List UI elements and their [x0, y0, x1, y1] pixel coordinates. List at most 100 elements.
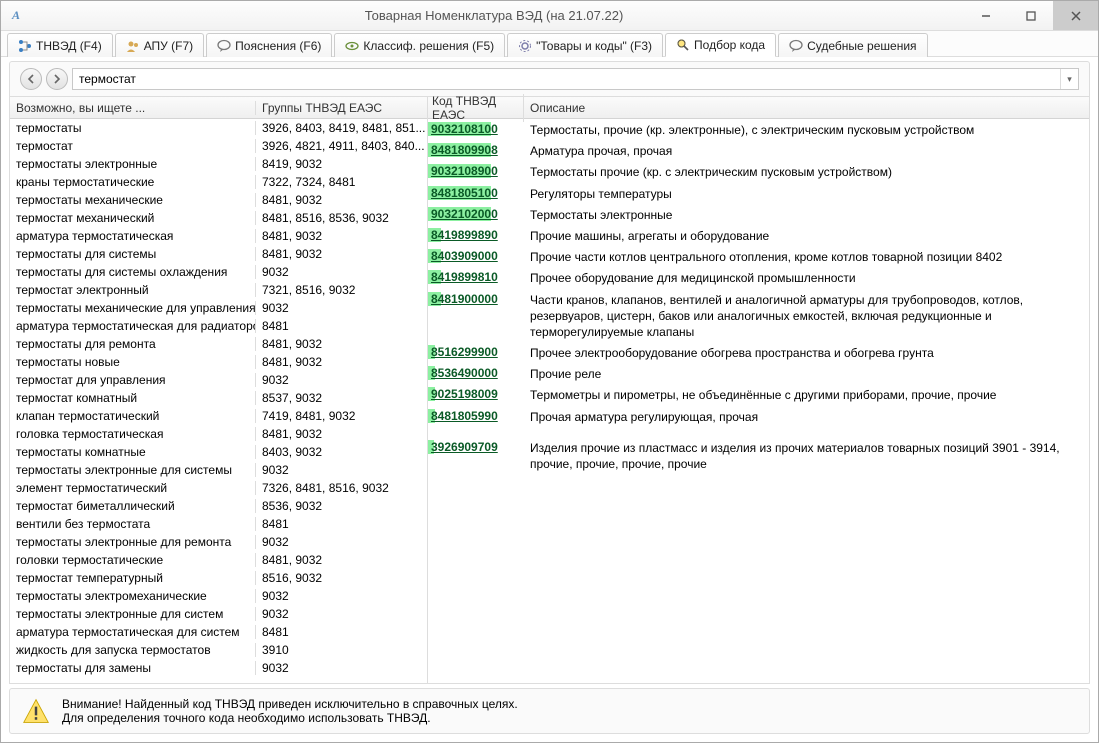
suggestion-term: головка термостатическая — [10, 427, 256, 441]
result-code-cell: 8481900000 — [428, 290, 524, 343]
suggestion-row[interactable]: термостаты электромеханические9032 — [10, 587, 427, 605]
tab-1[interactable]: АПУ (F7) — [115, 33, 204, 57]
suggestion-row[interactable]: термостат электронный7321, 8516, 9032 — [10, 281, 427, 299]
code-link[interactable]: 8481900000 — [428, 291, 501, 307]
results-header-code[interactable]: Код ТНВЭД ЕАЭС — [428, 94, 524, 122]
suggestion-row[interactable]: термостаты комнатные8403, 9032 — [10, 443, 427, 461]
code-link[interactable]: 9032102000 — [428, 206, 501, 222]
suggestion-row[interactable]: термостаты механические для управления90… — [10, 299, 427, 317]
suggestion-row[interactable]: клапан термостатический7419, 8481, 9032 — [10, 407, 427, 425]
code-link[interactable]: 8481809908 — [428, 142, 501, 158]
result-row[interactable]: 8419899890Прочие машины, агрегаты и обор… — [428, 225, 1089, 246]
result-row[interactable]: 8516299900 Прочее электрооборудование обо… — [428, 342, 1089, 363]
result-row[interactable]: 9025198009Термометры и пирометры, не объ… — [428, 384, 1089, 405]
suggestion-row[interactable]: арматура термостатическая8481, 9032 — [10, 227, 427, 245]
footer-line2: Для определения точного кода необходимо … — [62, 711, 518, 725]
suggestion-row[interactable]: вентили без термостата8481 — [10, 515, 427, 533]
tab-label: Подбор кода — [694, 38, 765, 52]
suggestion-row[interactable]: термостат комнатный8537, 9032 — [10, 389, 427, 407]
suggestion-groups: 9032 — [256, 661, 427, 675]
suggestion-term: головки термостатические — [10, 553, 256, 567]
tab-3[interactable]: Классиф. решения (F5) — [334, 33, 505, 57]
suggestion-term: арматура термостатическая — [10, 229, 256, 243]
app-icon: A — [7, 7, 25, 25]
results-body[interactable]: 9032108100Термостаты, прочие (кр. электр… — [428, 119, 1089, 683]
suggestion-row[interactable]: термостат температурный8516, 9032 — [10, 569, 427, 587]
suggestion-row[interactable]: термостаты механические8481, 9032 — [10, 191, 427, 209]
suggestion-row[interactable]: термостат биметаллический8536, 9032 — [10, 497, 427, 515]
result-row[interactable]: 8481805990Прочая арматура регулирующая, … — [428, 406, 1089, 427]
suggestion-row[interactable]: термостат3926, 4821, 4911, 8403, 840... — [10, 137, 427, 155]
suggestion-term: арматура термостатическая для радиаторов — [10, 319, 256, 333]
result-row[interactable]: 8419899810Прочее оборудование для медици… — [428, 267, 1089, 288]
suggestion-row[interactable]: термостаты3926, 8403, 8419, 8481, 851... — [10, 119, 427, 137]
suggestion-row[interactable]: термостат механический8481, 8516, 8536, … — [10, 209, 427, 227]
suggestions-header-groups[interactable]: Группы ТНВЭД ЕАЭС — [256, 101, 427, 115]
result-row[interactable]: 9032108100Термостаты, прочие (кр. электр… — [428, 119, 1089, 140]
tab-5[interactable]: Подбор кода — [665, 33, 776, 57]
result-row[interactable]: 8403909000Прочие части котлов центрально… — [428, 246, 1089, 267]
suggestion-row[interactable]: элемент термостатический7326, 8481, 8516… — [10, 479, 427, 497]
search-dropdown-button[interactable]: ▾ — [1060, 69, 1078, 89]
suggestions-header-term[interactable]: Возможно, вы ищете ... — [10, 101, 256, 115]
eye-icon — [345, 39, 359, 53]
results-header-desc[interactable]: Описание — [524, 101, 1089, 115]
code-link[interactable]: 9032108100 — [428, 121, 501, 137]
maximize-button[interactable] — [1008, 1, 1053, 30]
code-link[interactable]: 8536490000 — [428, 365, 501, 381]
suggestion-row[interactable]: термостаты для ремонта8481, 9032 — [10, 335, 427, 353]
result-description: Прочее электрооборудование обогрева прос… — [524, 343, 1089, 363]
minimize-button[interactable] — [963, 1, 1008, 30]
result-description: Прочие реле — [524, 364, 1089, 384]
code-link[interactable]: 8419899810 — [428, 269, 501, 285]
forward-button[interactable] — [46, 68, 68, 90]
result-row[interactable]: 3926909709Изделия прочие из пластмасс и … — [428, 437, 1089, 474]
result-code-cell: 8481809908 — [428, 141, 524, 161]
suggestion-row[interactable]: арматура термостатическая для радиаторов… — [10, 317, 427, 335]
suggestion-groups: 8481, 9032 — [256, 229, 427, 243]
suggestion-row[interactable]: термостаты для системы8481, 9032 — [10, 245, 427, 263]
tab-6[interactable]: Судебные решения — [778, 33, 927, 57]
suggestion-row[interactable]: термостаты для системы охлаждения9032 — [10, 263, 427, 281]
tab-4[interactable]: "Товары и коды" (F3) — [507, 33, 663, 57]
result-description: Регуляторы температуры — [524, 184, 1089, 204]
tab-0[interactable]: ТНВЭД (F4) — [7, 33, 113, 57]
chat-icon — [789, 39, 803, 53]
suggestion-groups: 8481 — [256, 625, 427, 639]
suggestion-row[interactable]: краны термостатические7322, 7324, 8481 — [10, 173, 427, 191]
suggestion-groups: 8481, 9032 — [256, 355, 427, 369]
close-button[interactable] — [1053, 1, 1098, 30]
suggestion-row[interactable]: термостаты для замены9032 — [10, 659, 427, 677]
back-button[interactable] — [20, 68, 42, 90]
suggestion-row[interactable]: термостаты новые8481, 9032 — [10, 353, 427, 371]
suggestion-row[interactable]: термостаты электронные8419, 9032 — [10, 155, 427, 173]
result-row[interactable]: 8536490000 Прочие реле — [428, 363, 1089, 384]
suggestion-row[interactable]: термостат для управления9032 — [10, 371, 427, 389]
code-link[interactable]: 8481805100 — [428, 185, 501, 201]
result-row[interactable]: 8481805100 Регуляторы температуры — [428, 183, 1089, 204]
suggestion-row[interactable]: термостаты электронные для ремонта9032 — [10, 533, 427, 551]
suggestions-body[interactable]: термостаты3926, 8403, 8419, 8481, 851...… — [10, 119, 427, 683]
code-link[interactable]: 8403909000 — [428, 248, 501, 264]
result-row[interactable]: 9032108900Термостаты прочие (кр. с элект… — [428, 161, 1089, 182]
code-link[interactable]: 9025198009 — [428, 386, 501, 402]
code-link[interactable]: 8516299900 — [428, 344, 501, 360]
result-row[interactable]: 9032102000 Термостаты электронные — [428, 204, 1089, 225]
suggestion-row[interactable]: головки термостатические8481, 9032 — [10, 551, 427, 569]
code-link[interactable]: 3926909709 — [428, 439, 501, 455]
suggestion-row[interactable]: термостаты электронные для систем9032 — [10, 605, 427, 623]
tab-2[interactable]: Пояснения (F6) — [206, 33, 332, 57]
code-link[interactable]: 8481805990 — [428, 408, 501, 424]
search-input[interactable] — [73, 69, 1060, 89]
suggestion-row[interactable]: термостаты электронные для системы9032 — [10, 461, 427, 479]
tab-label: Пояснения (F6) — [235, 39, 321, 53]
code-link[interactable]: 8419899890 — [428, 227, 501, 243]
suggestion-row[interactable]: арматура термостатическая для систем8481 — [10, 623, 427, 641]
result-description: Термостаты электронные — [524, 205, 1089, 225]
code-link[interactable]: 9032108900 — [428, 163, 501, 179]
result-row[interactable]: 8481900000Части кранов, клапанов, вентил… — [428, 289, 1089, 343]
result-row[interactable]: 8481809908Арматура прочая, прочая — [428, 140, 1089, 161]
suggestion-row[interactable]: жидкость для запуска термостатов3910 — [10, 641, 427, 659]
suggestion-term: жидкость для запуска термостатов — [10, 643, 256, 657]
suggestion-row[interactable]: головка термостатическая8481, 9032 — [10, 425, 427, 443]
